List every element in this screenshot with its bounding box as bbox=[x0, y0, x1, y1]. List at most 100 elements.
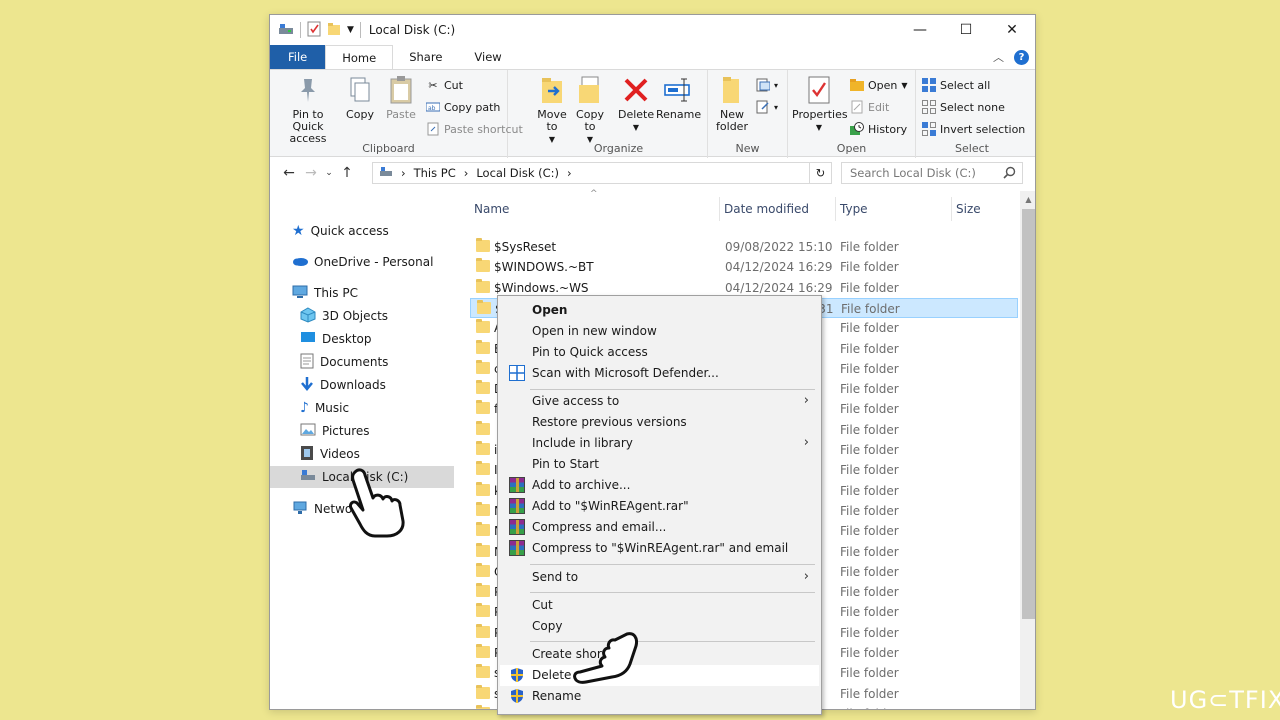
menu-item-pin-start[interactable]: Pin to Start bbox=[500, 454, 819, 475]
column-header-date[interactable]: Date modified bbox=[720, 197, 836, 221]
uac-shield-icon bbox=[509, 688, 525, 704]
folder-icon bbox=[477, 299, 491, 314]
menu-item-delete[interactable]: Delete bbox=[500, 665, 819, 686]
open-button[interactable]: Open ▼ bbox=[850, 76, 908, 94]
menu-item-scan-defender[interactable]: Scan with Microsoft Defender... bbox=[500, 363, 819, 384]
nav-videos[interactable]: Videos bbox=[300, 443, 484, 465]
minimize-button[interactable]: — bbox=[897, 15, 943, 45]
tab-share[interactable]: Share bbox=[393, 45, 458, 69]
search-icon bbox=[1003, 166, 1016, 182]
nav-quick-access[interactable]: ★ Quick access bbox=[292, 220, 476, 242]
nav-pictures[interactable]: Pictures bbox=[300, 420, 484, 442]
menu-item-restore-versions[interactable]: Restore previous versions bbox=[500, 412, 819, 433]
menu-item-compress-email[interactable]: Compress and email... bbox=[500, 517, 819, 538]
file-type: File folder bbox=[840, 422, 899, 437]
copy-to-button[interactable]: Copy to ▼ bbox=[572, 74, 608, 146]
menu-scan-label: Scan with Microsoft Defender... bbox=[532, 366, 719, 380]
menu-rename-label: Rename bbox=[532, 689, 582, 703]
column-header-size[interactable]: Size bbox=[952, 197, 1022, 221]
submenu-chevron-right-icon: › bbox=[803, 393, 809, 408]
menu-item-copy[interactable]: Copy bbox=[500, 616, 819, 637]
move-to-button[interactable]: Move to ▼ bbox=[534, 74, 570, 146]
collapse-ribbon-chevron-up-icon[interactable]: ︿ bbox=[993, 49, 1004, 65]
delete-label: Delete bbox=[618, 108, 655, 121]
easy-access-button[interactable]: ▾ bbox=[756, 98, 778, 116]
nav-onedrive[interactable]: OneDrive - Personal bbox=[292, 251, 476, 273]
sort-ascending-icon: ^ bbox=[590, 189, 598, 199]
table-row[interactable]: $SysReset 09/08/2022 15:10 File folder bbox=[470, 237, 1018, 257]
nav-this-pc[interactable]: This PC bbox=[292, 282, 476, 304]
maximize-button[interactable]: ☐ bbox=[943, 15, 989, 45]
vertical-scrollbar[interactable]: ▲ bbox=[1020, 191, 1035, 709]
select-all-button[interactable]: Select all bbox=[922, 76, 990, 94]
nav-music[interactable]: ♪ Music bbox=[300, 397, 484, 419]
menu-item-pin-quick-access[interactable]: Pin to Quick access bbox=[500, 342, 819, 363]
new-folder-icon[interactable] bbox=[327, 22, 341, 39]
recent-locations-chevron-down-icon[interactable]: ⌄ bbox=[322, 168, 336, 178]
cut-button[interactable]: ✂ Cut bbox=[426, 76, 463, 94]
close-button[interactable]: ✕ bbox=[989, 15, 1035, 45]
column-header-type[interactable]: Type bbox=[836, 197, 952, 221]
properties-icon[interactable] bbox=[307, 21, 321, 40]
drive-icon bbox=[278, 22, 294, 39]
table-row[interactable]: $WINDOWS.~BT 04/12/2024 16:29 File folder bbox=[470, 257, 1018, 277]
submenu-chevron-right-icon: › bbox=[803, 569, 809, 584]
menu-item-include-library[interactable]: Include in library › bbox=[500, 433, 819, 454]
menu-item-give-access[interactable]: Give access to › bbox=[500, 391, 819, 412]
menu-item-send-to[interactable]: Send to › bbox=[500, 567, 819, 588]
file-type: File folder bbox=[840, 646, 899, 660]
breadcrumb-local-disk[interactable]: Local Disk (C:) bbox=[476, 166, 559, 180]
menu-item-cut[interactable]: Cut bbox=[500, 595, 819, 616]
nav-quick-access-label: Quick access bbox=[310, 224, 389, 238]
paste-shortcut-button[interactable]: Paste shortcut bbox=[426, 120, 523, 138]
copy-button[interactable]: Copy bbox=[342, 74, 378, 121]
rename-button[interactable]: Rename bbox=[656, 74, 701, 121]
new-item-button[interactable]: ▾ bbox=[756, 76, 778, 94]
menu-delete-label: Delete bbox=[532, 668, 572, 682]
breadcrumb-separator[interactable]: › bbox=[567, 166, 572, 180]
properties-button[interactable]: Properties ▼ bbox=[792, 74, 848, 134]
column-name-label: Name bbox=[474, 202, 510, 216]
delete-button[interactable]: Delete ▼ bbox=[618, 74, 654, 134]
tab-view[interactable]: View bbox=[458, 45, 517, 69]
nav-documents[interactable]: Documents bbox=[300, 351, 484, 373]
edit-button[interactable]: Edit bbox=[850, 98, 889, 116]
back-arrow-icon[interactable]: ← bbox=[278, 165, 300, 181]
breadcrumb-separator[interactable]: › bbox=[401, 166, 406, 180]
pin-to-quick-access-button[interactable]: Pin to Quick access bbox=[276, 74, 340, 145]
help-icon[interactable]: ? bbox=[1014, 49, 1029, 65]
menu-item-create-shortcut[interactable]: Create shor bbox=[500, 644, 819, 665]
scrollbar-thumb[interactable] bbox=[1022, 209, 1035, 619]
select-none-button[interactable]: Select none bbox=[922, 98, 1005, 116]
tab-file[interactable]: File bbox=[270, 45, 326, 69]
customize-toolbar-chevron-icon[interactable]: ▼ bbox=[347, 25, 354, 35]
nav-downloads[interactable]: Downloads bbox=[300, 374, 484, 396]
address-bar[interactable]: › This PC › Local Disk (C:) › ↻ bbox=[372, 162, 832, 184]
nav-videos-label: Videos bbox=[320, 447, 360, 461]
breadcrumb-separator[interactable]: › bbox=[464, 166, 469, 180]
breadcrumb-this-pc[interactable]: This PC bbox=[414, 166, 456, 180]
column-header-name[interactable]: Name ^ bbox=[470, 189, 720, 221]
paste-button[interactable]: Paste bbox=[382, 74, 420, 121]
new-folder-button[interactable]: New folder bbox=[714, 74, 750, 133]
history-button[interactable]: History bbox=[850, 120, 907, 138]
search-input[interactable]: Search Local Disk (C:) bbox=[841, 162, 1023, 184]
menu-item-compress-rar-email[interactable]: Compress to "$WinREAgent.rar" and email bbox=[500, 538, 819, 559]
menu-item-open-new-window[interactable]: Open in new window bbox=[500, 321, 819, 342]
up-arrow-icon[interactable]: ↑ bbox=[336, 165, 358, 181]
nav-desktop[interactable]: Desktop bbox=[300, 328, 484, 350]
forward-arrow-icon[interactable]: → bbox=[300, 165, 322, 181]
menu-item-add-archive[interactable]: Add to archive... bbox=[500, 475, 819, 496]
folder-icon bbox=[476, 461, 490, 476]
menu-item-add-rar[interactable]: Add to "$WinREAgent.rar" bbox=[500, 496, 819, 517]
menu-item-open[interactable]: Open bbox=[500, 300, 819, 321]
copy-path-button[interactable]: ab Copy path bbox=[426, 98, 500, 116]
scroll-up-arrow-icon[interactable]: ▲ bbox=[1020, 191, 1035, 208]
nav-3d-objects[interactable]: 3D Objects bbox=[300, 305, 484, 327]
toolbar-separator bbox=[300, 22, 301, 38]
refresh-icon[interactable]: ↻ bbox=[816, 166, 826, 180]
menu-item-rename[interactable]: Rename bbox=[500, 686, 819, 707]
tab-home[interactable]: Home bbox=[325, 45, 394, 69]
paste-label: Paste bbox=[386, 108, 416, 121]
invert-selection-button[interactable]: Invert selection bbox=[922, 120, 1025, 138]
